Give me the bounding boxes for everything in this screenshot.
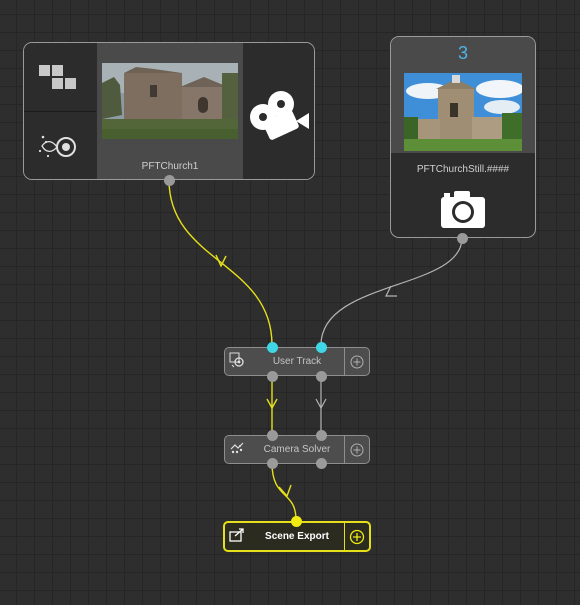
- add-circle-icon: [349, 529, 365, 544]
- camera-solver-label: Camera Solver: [263, 444, 331, 455]
- scene-export-input-port[interactable]: [290, 515, 302, 527]
- export-icon: [229, 528, 244, 542]
- add-circle-icon: [350, 355, 364, 368]
- user-track-label: User Track: [272, 356, 322, 367]
- wire-solver-to-export[interactable]: [271, 462, 297, 521]
- video-camera-button[interactable]: [243, 43, 314, 179]
- camera-solver-output-port-2[interactable]: [315, 457, 327, 469]
- camera-solver-add-button[interactable]: [344, 436, 369, 463]
- still-label: PFTChurchStill.####: [416, 164, 510, 175]
- wire-still-to-user-track[interactable]: [320, 237, 463, 346]
- user-track-output-port-1[interactable]: [266, 370, 278, 382]
- camera-solver-input-port-1[interactable]: [266, 429, 278, 441]
- scene-export-label: Scene Export: [265, 531, 329, 542]
- user-track-input-port-1[interactable]: [266, 341, 278, 353]
- video-camera-icon: [250, 91, 309, 140]
- still-preview-panel: 3: [391, 37, 535, 153]
- grid-blocks-icon: [39, 65, 76, 89]
- clip-node[interactable]: PFTChurch1: [23, 42, 315, 180]
- still-output-port[interactable]: [456, 232, 468, 244]
- clip-output-port[interactable]: [163, 174, 175, 186]
- user-track-output-port-2[interactable]: [315, 370, 327, 382]
- still-node[interactable]: 3 PFTChurchStill.####: [390, 36, 536, 238]
- photo-camera-icon[interactable]: [440, 189, 486, 229]
- tracking-target-icon: [38, 135, 76, 158]
- camera-solver-icon: [230, 442, 244, 454]
- clip-label: PFTChurch1: [141, 161, 199, 172]
- user-track-input-port-2[interactable]: [315, 341, 327, 353]
- user-track-node[interactable]: User Track: [224, 347, 370, 376]
- tracking-target-button[interactable]: [24, 111, 96, 179]
- user-track-add-button[interactable]: [344, 348, 369, 375]
- grid-blocks-button[interactable]: [24, 43, 96, 110]
- church-still-thumbnail: [404, 73, 522, 151]
- scene-export-add-button[interactable]: [344, 523, 369, 550]
- wire-clip-to-user-track[interactable]: [168, 179, 273, 346]
- frame-number: 3: [457, 43, 468, 63]
- camera-solver-input-port-2[interactable]: [315, 429, 327, 441]
- camera-solver-output-port-1[interactable]: [266, 457, 278, 469]
- church-thumbnail: [102, 63, 238, 139]
- add-circle-icon: [350, 443, 364, 456]
- user-track-icon: [229, 352, 244, 368]
- clip-node-tools: [24, 43, 96, 179]
- camera-solver-node[interactable]: Camera Solver: [224, 435, 370, 464]
- clip-preview-panel: PFTChurch1: [97, 43, 243, 179]
